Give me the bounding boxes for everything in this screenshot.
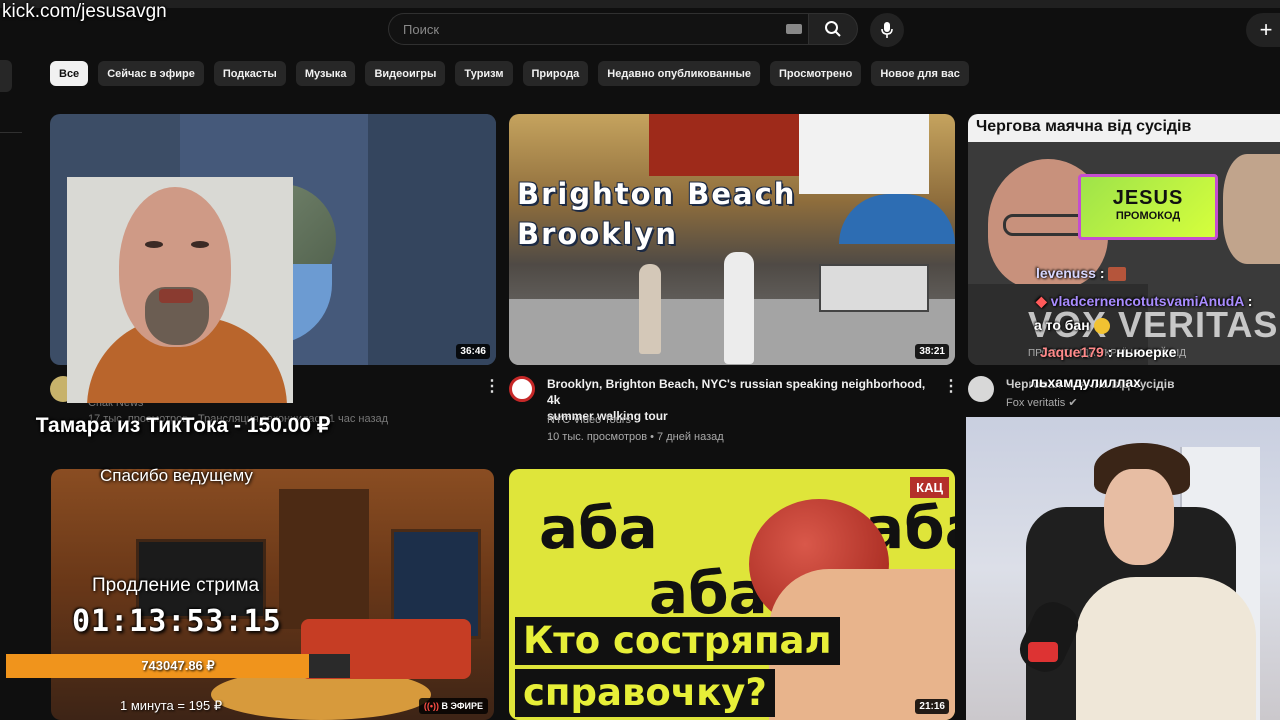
video-thumbnail-2[interactable]: Brighton Beach Brooklyn 38:21 (509, 114, 955, 365)
channel-avatar[interactable] (509, 376, 535, 402)
filter-chips: Все Сейчас в эфире Подкасты Музыка Видео… (50, 61, 969, 86)
chip-music[interactable]: Музыка (295, 61, 356, 86)
search-input[interactable] (388, 13, 808, 45)
channel-badge: КАЦ (910, 477, 949, 498)
guest-webcam (67, 177, 293, 403)
video-meta: 10 тыс. просмотров • 7 дней назад (547, 431, 724, 443)
chip-live-now[interactable]: Сейчас в эфире (98, 61, 204, 86)
plus-icon: + (1259, 17, 1273, 42)
more-options-icon[interactable]: ⋮ (943, 376, 959, 396)
thumbnail-banner: Чергова маячна від сусідів (968, 114, 1280, 142)
emote-icon (1108, 267, 1127, 282)
chip-watched[interactable]: Просмотрено (770, 61, 862, 86)
video-duration: 38:21 (915, 344, 949, 359)
donation-thanks: Спасибо ведущему (100, 466, 253, 485)
browser-strip (0, 0, 1280, 8)
search-icon (825, 21, 841, 37)
keyboard-icon[interactable] (786, 24, 802, 34)
live-icon: ((•)) (423, 701, 440, 711)
chat-message: Jaque179 : ньюерке (1040, 344, 1177, 360)
chip-videogames[interactable]: Видеоигры (365, 61, 446, 86)
thumbnail-caption: Brighton Beach Brooklyn (517, 177, 797, 251)
stream-extension-label: Продление стрима (92, 575, 260, 596)
channel-name[interactable]: Fox veritatis ✔ (1006, 395, 1078, 411)
sidebar-divider (0, 132, 22, 133)
donation-progress-bar: 743047.86 ₽ (6, 654, 350, 678)
chip-all[interactable]: Все (50, 61, 89, 86)
top-bar: + (0, 0, 1280, 56)
create-button[interactable]: + (1246, 13, 1280, 47)
streamer-webcam (966, 417, 1280, 720)
laugh-emoji-icon (1093, 318, 1110, 335)
promo-badge: JESUS ПРОМОКОД (1078, 174, 1218, 240)
live-badge: ((•)) В ЭФИРЕ (418, 698, 488, 714)
chip-recently-uploaded[interactable]: Недавно опубликованные (598, 61, 761, 86)
donation-amount: 743047.86 ₽ (141, 658, 215, 673)
chip-nature[interactable]: Природа (522, 61, 589, 86)
chat-message: а то бан (1034, 317, 1110, 335)
donation-rate: 1 минута = 195 ₽ (120, 698, 223, 713)
more-options-icon[interactable]: ⋮ (484, 376, 500, 396)
microphone-icon (881, 22, 893, 38)
channel-avatar[interactable] (968, 376, 994, 402)
chip-tourism[interactable]: Туризм (455, 61, 513, 86)
donation-alert: Тамара из ТикТока - 150.00 ₽ (35, 414, 331, 437)
voice-search-button[interactable] (870, 13, 904, 47)
chat-message: levenuss : (1036, 265, 1127, 282)
thumbnail-headline: Кто состряпал справочку? (515, 617, 840, 720)
stream-watermark: kick.com/jesusavgn (2, 1, 167, 22)
verified-icon: ✔ (1068, 397, 1078, 409)
video-thumbnail-5[interactable]: аба аба аба КАЦ Кто состряпал справочку?… (509, 469, 955, 720)
badge-icon: ◆ (1036, 293, 1047, 309)
chip-new-for-you[interactable]: Новое для вас (871, 61, 969, 86)
chat-message: льхамдулиллах (1030, 374, 1141, 390)
video-duration: 36:46 (456, 344, 490, 359)
video-duration: 21:16 (915, 699, 949, 714)
chat-message: ◆ vladcernencotutsvamiAnudA : (1036, 293, 1253, 309)
sidebar-item[interactable] (0, 60, 12, 92)
channel-name[interactable]: NYC Video Tours (547, 412, 631, 428)
chip-podcasts[interactable]: Подкасты (213, 61, 286, 86)
video-thumbnail-3[interactable]: Чергова маячна від сусідів JESUS ПРОМОКО… (968, 114, 1280, 365)
search-button[interactable] (808, 13, 858, 45)
stream-timer: 01:13:53:15 (72, 604, 282, 639)
